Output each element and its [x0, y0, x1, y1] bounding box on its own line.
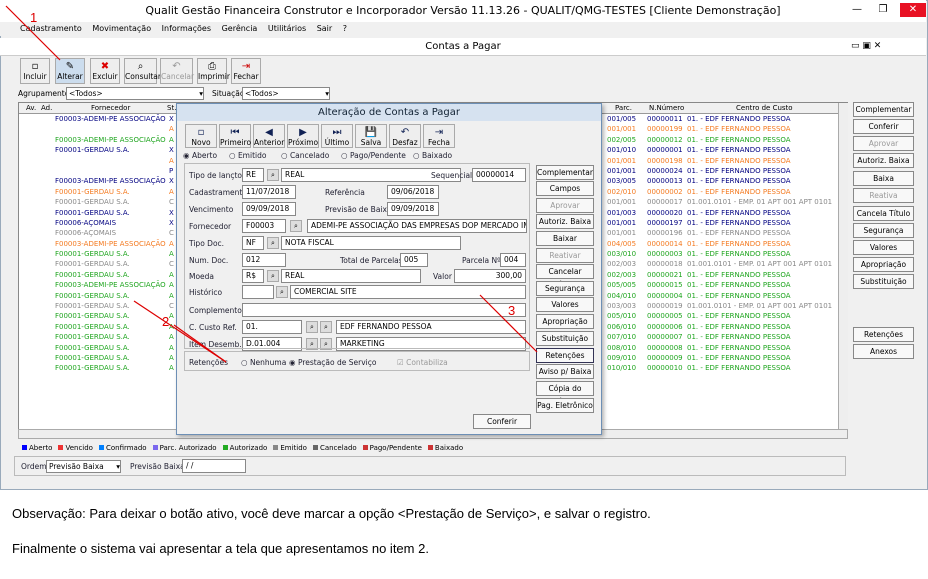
annotation-number-2: 2	[162, 314, 170, 329]
annotation-number-1: 1	[30, 10, 38, 25]
note-line-2: Finalmente o sistema vai apresentar a te…	[12, 541, 429, 556]
note-line-1: Observação: Para deixar o botão ativo, v…	[12, 506, 651, 521]
annotation-number-3: 3	[508, 303, 516, 318]
annotation-arrow-2b	[133, 300, 227, 363]
annotation-arrows	[5, 5, 538, 363]
